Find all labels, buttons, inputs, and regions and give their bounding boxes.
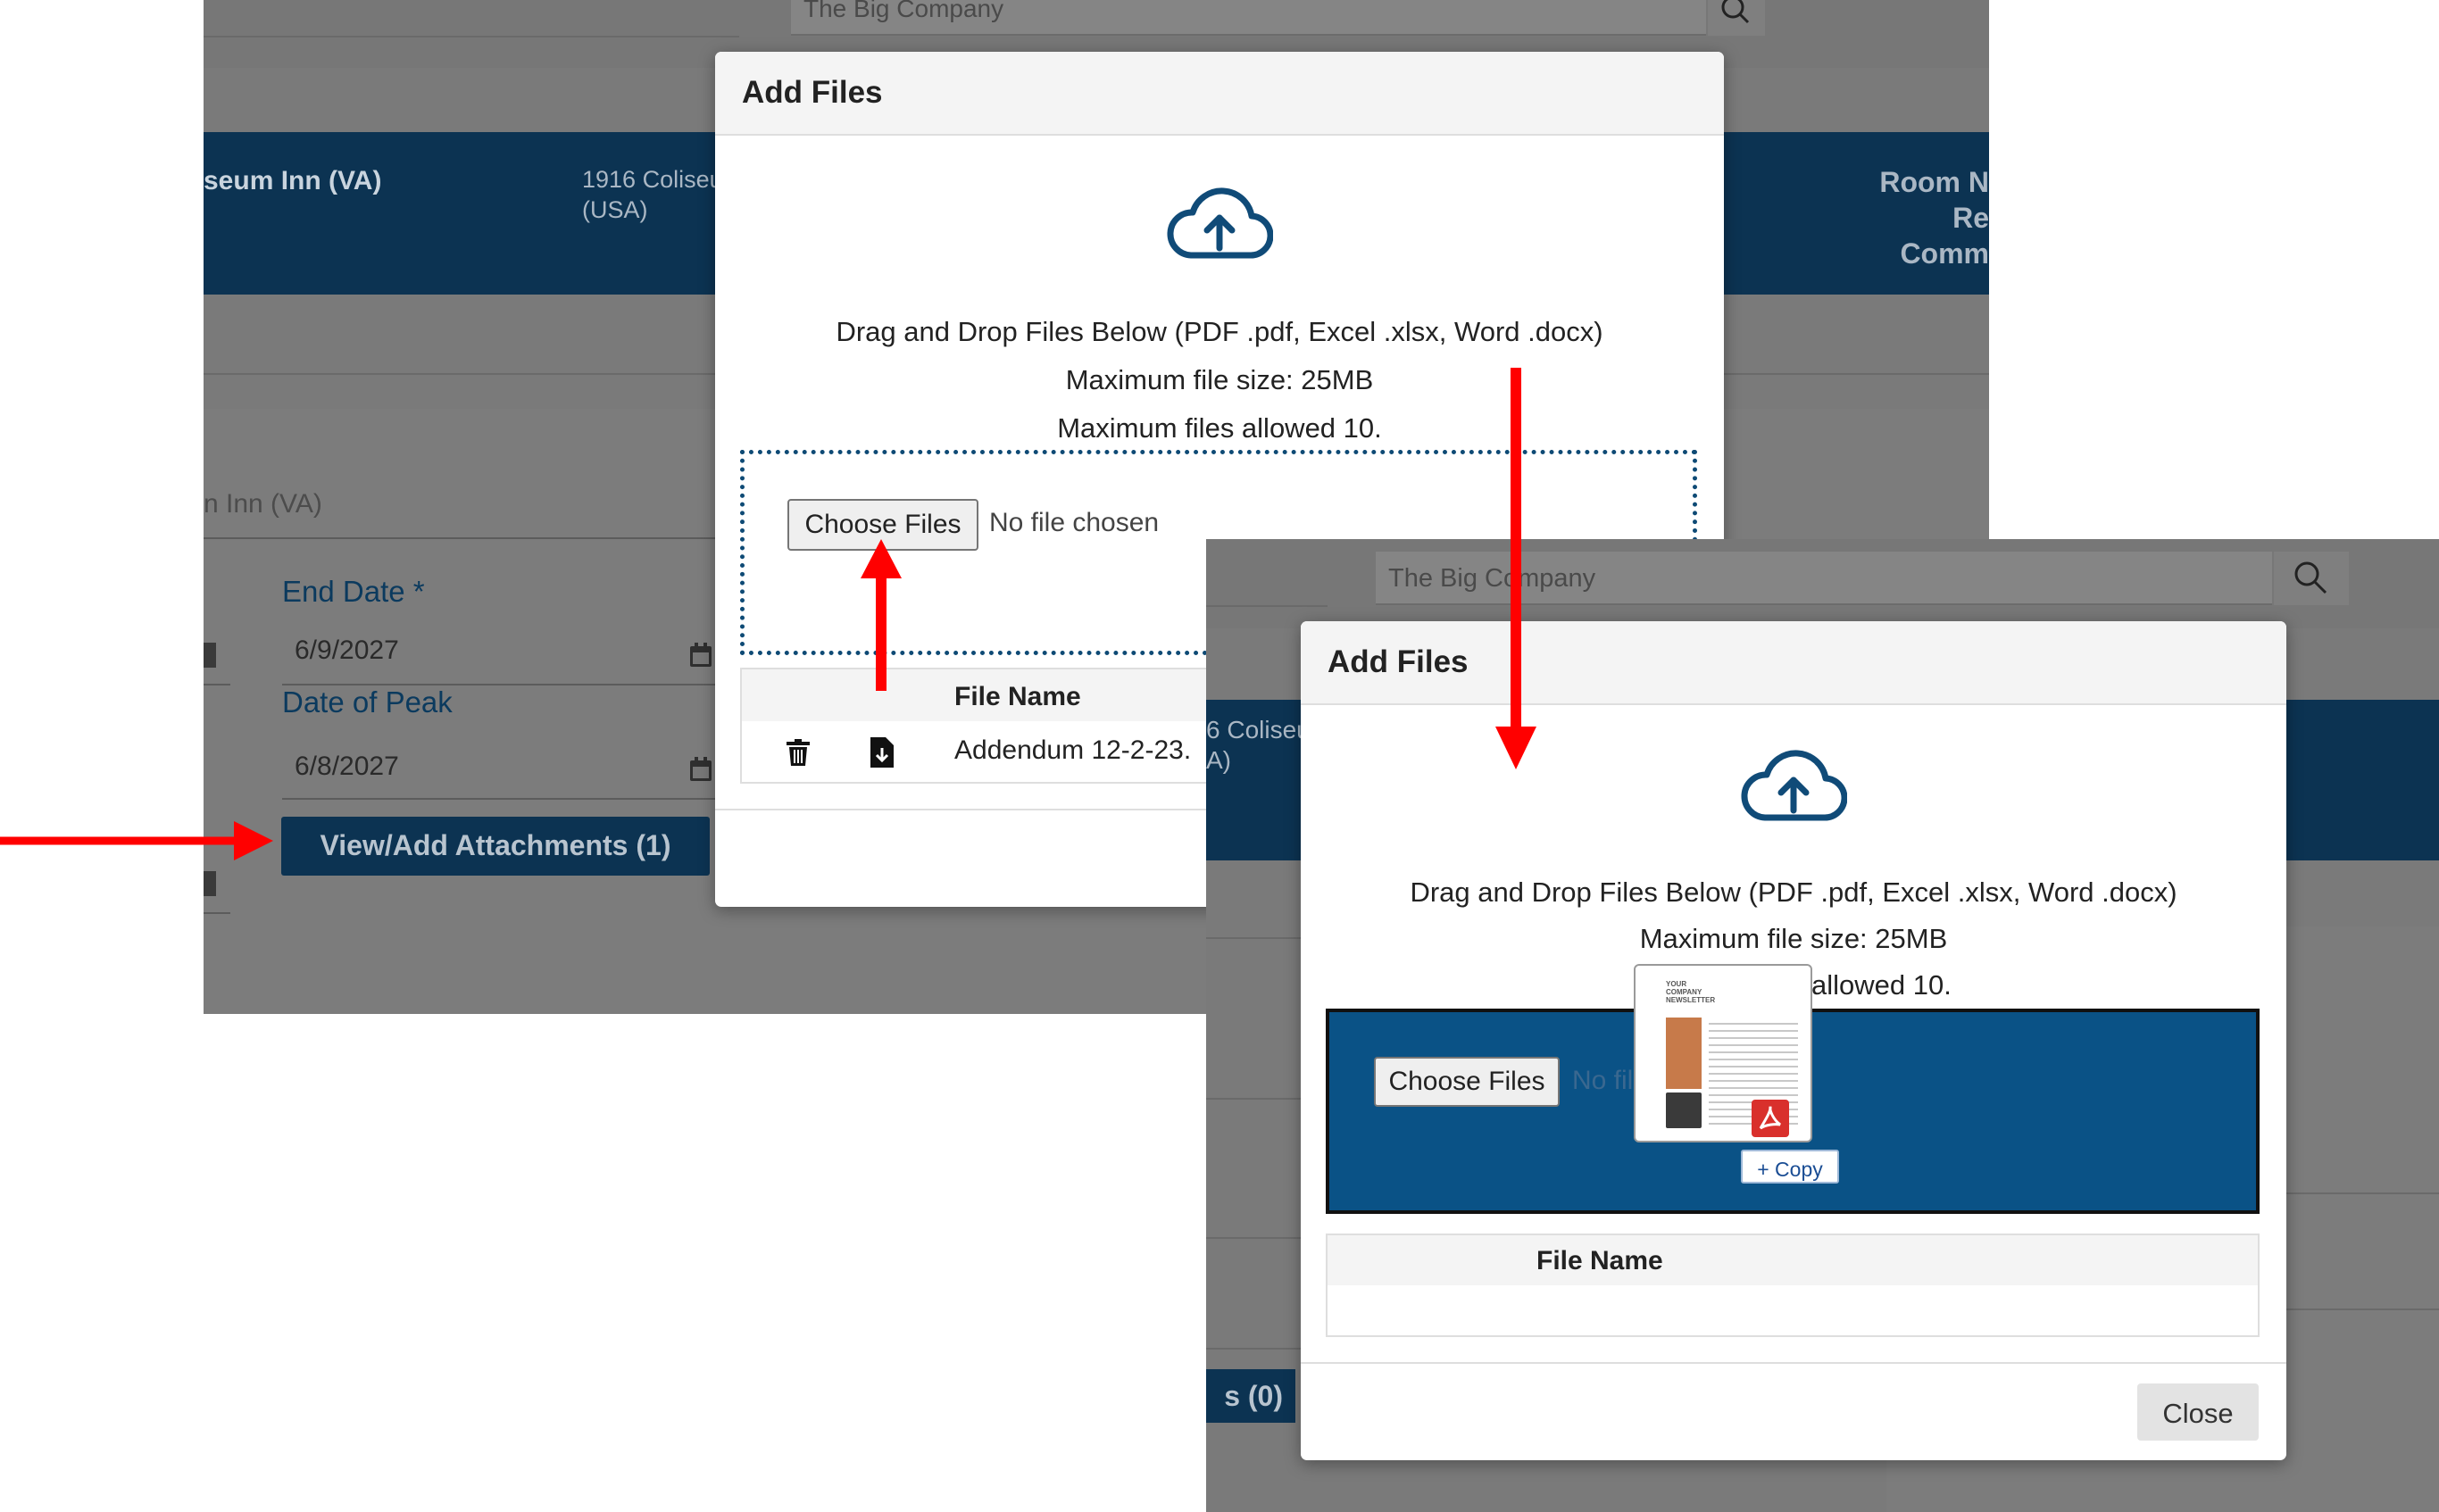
property-field-value: n Inn (VA) [204, 489, 322, 519]
date-of-peak-label: Date of Peak [282, 685, 453, 719]
left-field-underline-1 [204, 684, 230, 685]
partial-attachments-label: s (0) [1224, 1380, 1283, 1412]
no-file-chosen-text: No file chosen [989, 508, 1160, 537]
file-table: File Name [1326, 1234, 2260, 1337]
top-left-underline [204, 36, 739, 37]
no-file-chosen-text: No fil [1572, 1066, 1634, 1095]
hotel-address-line2: (USA) [582, 196, 648, 223]
room-label-3: Comm [1900, 237, 1989, 270]
view-add-attachments-button[interactable]: View/Add Attachments (1) [281, 817, 710, 876]
trash-icon[interactable] [787, 739, 810, 766]
left-field-underline-2 [204, 912, 230, 914]
search-input[interactable]: The Big Company [1376, 552, 2272, 605]
date-of-peak-value: 6/8/2027 [295, 752, 399, 781]
file-name-header: File Name [1536, 1246, 1663, 1275]
cloud-upload-icon [1166, 186, 1274, 266]
cloud-upload-icon [1740, 748, 1848, 828]
view-add-attachments-button[interactable]: s (0) [1206, 1369, 1295, 1423]
close-button[interactable]: Close [2137, 1383, 2259, 1441]
newsletter-heading-line2: COMPANY [1666, 988, 1702, 996]
end-date-input[interactable]: 6/9/2027 [282, 625, 720, 685]
search-placeholder: The Big Company [1388, 564, 1596, 593]
date-of-peak-input[interactable]: 6/8/2027 [282, 739, 720, 800]
view-add-attachments-label: View/Add Attachments (1) [320, 829, 671, 861]
hotel-name: seum Inn (VA) [204, 166, 382, 195]
modal-title: Add Files [742, 75, 883, 110]
max-file-size: Maximum file size: 25MB [1065, 364, 1374, 395]
partial-address-2: A) [1206, 746, 1231, 774]
modal-header: Add Files [1301, 621, 2286, 705]
file-row-name[interactable]: Addendum 12-2-23. [954, 735, 1191, 766]
search-icon[interactable] [1708, 0, 1765, 36]
room-label-1: Room N [1879, 166, 1989, 198]
pdf-icon [1752, 1100, 1789, 1137]
search-input[interactable]: The Big Company [791, 0, 1706, 36]
newsletter-heading: YOUR COMPANY NEWSLETTER [1666, 980, 1773, 1004]
newsletter-heading-line1: YOUR [1666, 980, 1687, 988]
search-icon[interactable] [2274, 552, 2349, 605]
choose-files-button[interactable]: Choose Files [787, 499, 978, 551]
calendar-icon-left-1 [204, 643, 216, 668]
newsletter-heading-line3: NEWSLETTER [1666, 996, 1716, 1004]
drag-drop-instructions: Drag and Drop Files Below (PDF .pdf, Exc… [1410, 876, 2177, 908]
newsletter-orange-block [1666, 1018, 1702, 1089]
copy-badge: + Copy [1741, 1150, 1839, 1184]
max-files-allowed: Maximum files allowed 10. [1057, 412, 1382, 444]
calendar-icon[interactable] [689, 643, 712, 668]
dragged-pdf-thumbnail[interactable]: YOUR COMPANY NEWSLETTER [1634, 964, 1812, 1142]
calendar-icon[interactable] [689, 757, 712, 782]
file-table-header: File Name [1328, 1235, 2258, 1285]
search-placeholder: The Big Company [803, 0, 1004, 22]
partial-address-1: 6 Coliseu [1206, 716, 1311, 744]
calendar-icon-left-2 [204, 871, 216, 896]
newsletter-dark-image [1666, 1092, 1702, 1128]
drag-drop-instructions: Drag and Drop Files Below (PDF .pdf, Exc… [836, 316, 1603, 347]
hotel-address-line1: 1916 Coliseu [582, 166, 723, 193]
modal-header: Add Files [715, 52, 1724, 136]
choose-files-button[interactable]: Choose Files [1374, 1057, 1560, 1107]
end-date-value: 6/9/2027 [295, 636, 399, 665]
end-date-label: End Date * [282, 575, 425, 608]
max-files-allowed: allowed 10. [1811, 969, 1952, 1001]
max-file-size: Maximum file size: 25MB [1639, 923, 1948, 954]
download-file-icon[interactable] [870, 737, 894, 768]
file-name-header: File Name [954, 682, 1081, 711]
modal-footer-divider [1301, 1362, 2286, 1364]
left-underline [1206, 605, 1328, 607]
close-button-label: Close [2162, 1398, 2234, 1429]
modal-title: Add Files [1328, 644, 1469, 679]
room-label-2: Re [1952, 202, 1989, 234]
copy-badge-label: + Copy [1757, 1158, 1823, 1181]
